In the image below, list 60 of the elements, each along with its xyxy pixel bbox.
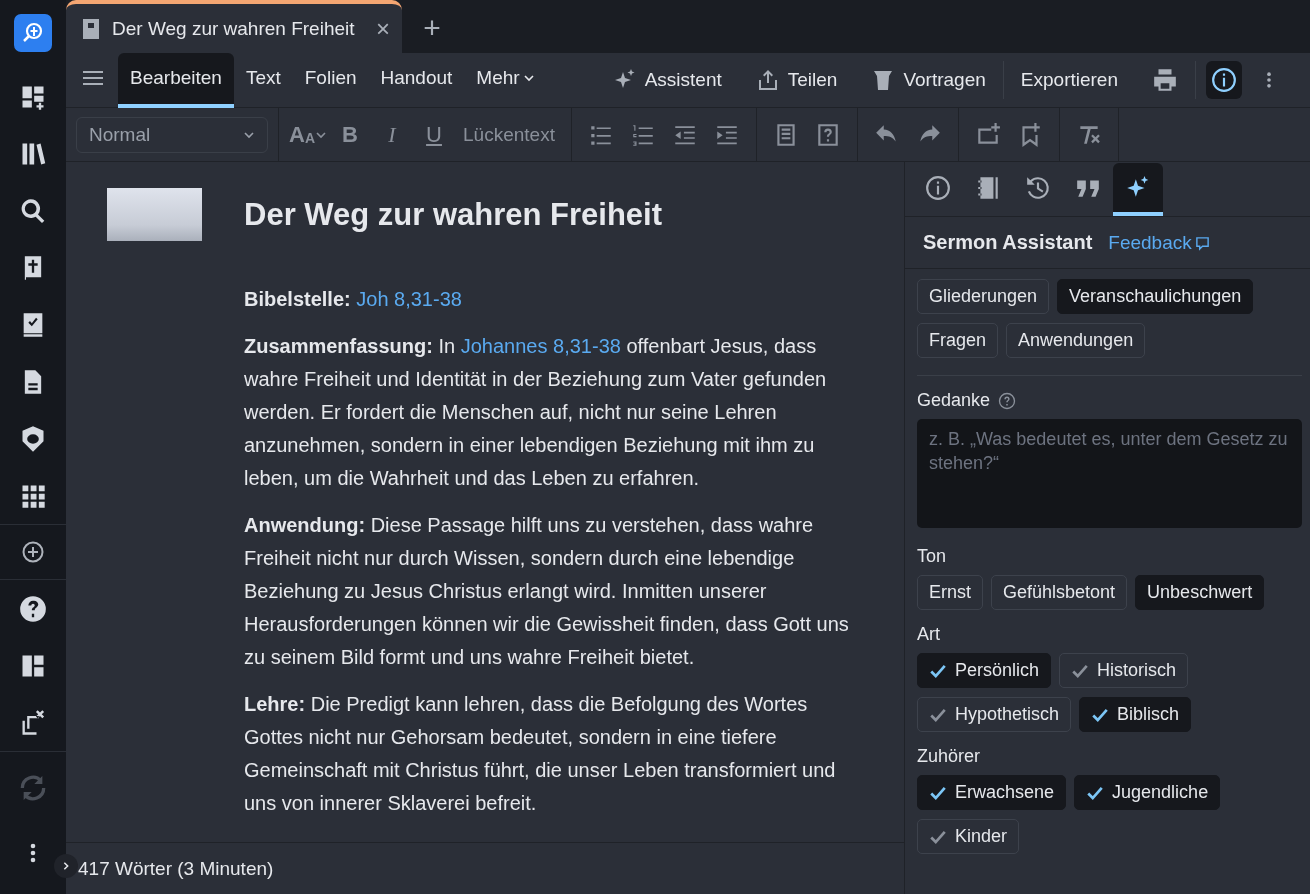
tone-chip[interactable]: Unbeschwert bbox=[1135, 575, 1265, 610]
feedback-link[interactable]: Feedback bbox=[1108, 232, 1210, 254]
thought-input[interactable]: z. B. „Was bedeutet es, unter dem Gesetz zu stehen?“ bbox=[917, 419, 1302, 528]
history-icon bbox=[1025, 174, 1051, 201]
caret-icon bbox=[522, 72, 535, 84]
scripture-link[interactable]: Johannes 8,31-38 bbox=[460, 335, 621, 357]
app-logo[interactable] bbox=[14, 14, 52, 52]
paragraph: Zusammenfassung: In Johannes 8,31-38 offenbart Jesus, dass wahre Freiheit und Identität in der Beziehung zum Vater gefunden werden. Er fordert die Menschen auf, nicht nur seine Lehren anzunehmen, sondern in einer lebendigen Beziehung mit ihm zu leben, um die Wahrheit und das Leben zu erfahren. bbox=[244, 334, 828, 491]
menu-tab[interactable]: Mehr bbox=[464, 52, 547, 108]
font-size-button[interactable]: AA bbox=[289, 114, 327, 155]
info-button[interactable] bbox=[1206, 61, 1242, 99]
notebook-icon bbox=[975, 174, 1001, 201]
document-tab-icon bbox=[82, 17, 100, 40]
tone-chip[interactable]: Gefühlsbetont bbox=[991, 575, 1128, 610]
cloze-button[interactable]: Lückentext bbox=[457, 114, 561, 155]
share-button[interactable]: Teilen bbox=[738, 58, 855, 102]
italic-button[interactable]: I bbox=[373, 114, 411, 155]
menu-tab[interactable]: Handout bbox=[368, 52, 465, 108]
menu-tab[interactable]: Bearbeiten bbox=[118, 52, 234, 108]
panel-title: Sermon Assistant bbox=[923, 231, 1093, 254]
bold-button[interactable]: B bbox=[331, 114, 369, 155]
menu-tab[interactable]: Text bbox=[233, 52, 293, 108]
checkbox-chip[interactable]: Historisch bbox=[1059, 653, 1189, 688]
checkbox-chip[interactable]: Jugendliche bbox=[1074, 775, 1221, 810]
chevron-right-icon bbox=[61, 861, 71, 871]
info-icon bbox=[925, 174, 951, 201]
category-chip[interactable]: Fragen bbox=[917, 323, 999, 358]
category-chip[interactable]: Gliederungen bbox=[917, 279, 1050, 314]
category-chip[interactable]: Veranschaulichungen bbox=[1057, 279, 1254, 314]
checkbox-chip[interactable]: Biblisch bbox=[1079, 697, 1192, 732]
checkbox-chip[interactable]: Kinder bbox=[917, 819, 1020, 854]
checkbox-chip[interactable]: Hypothetisch bbox=[917, 697, 1072, 732]
section-label: Ton bbox=[917, 546, 947, 567]
document-title: Der Weg zur wahren Freiheit bbox=[244, 196, 662, 233]
menu-tab[interactable]: Folien bbox=[292, 52, 369, 108]
help-icon bbox=[998, 391, 1017, 410]
expand-button[interactable] bbox=[54, 854, 78, 878]
export-button[interactable]: Exportieren bbox=[1003, 58, 1135, 102]
section-label: Zuhörer bbox=[917, 746, 981, 767]
paragraph: Lehre: Die Predigt kann lehren, dass die Befolgung des Wortes Gottes nicht nur Gehorsam bedeutet, sondern in eine tiefere Gemeinschaft mit Christus führt, die unser Leben transformiert und uns von innerer Sklaverei befreit. bbox=[244, 692, 837, 816]
field-label: Gedanke bbox=[917, 390, 991, 411]
sparkle-tab[interactable] bbox=[1113, 163, 1163, 216]
tone-chip[interactable]: Ernst bbox=[917, 575, 983, 610]
document-tab[interactable]: Der Weg zur wahren Freiheit × bbox=[66, 0, 402, 53]
new-tab-button[interactable]: + bbox=[402, 3, 462, 53]
tab-title: Der Weg zur wahren Freiheit bbox=[112, 17, 356, 40]
assistant-button[interactable]: Assistent bbox=[595, 58, 739, 102]
paragraph: Bibelstelle: Joh 8,31-38 bbox=[244, 287, 463, 312]
speech-bubble-icon bbox=[1194, 235, 1210, 251]
style-select[interactable]: Normal bbox=[76, 116, 268, 153]
close-tab-button[interactable]: × bbox=[376, 14, 390, 43]
present-button[interactable]: Vortragen bbox=[854, 58, 1003, 102]
underline-button[interactable]: U bbox=[415, 114, 453, 155]
checkbox-chip[interactable]: Persönlich bbox=[917, 653, 1052, 688]
word-count: 417 Wörter (3 Minuten) bbox=[78, 857, 274, 880]
category-chip[interactable]: Anwendungen bbox=[1006, 323, 1146, 358]
section-label: Art bbox=[917, 624, 940, 645]
paragraph: Anwendung: Diese Passage hilft uns zu verstehen, dass wahre Freiheit nicht nur durch Wissen, sondern durch eine lebendige Beziehung zu Jesus Christus erlangt wird. Inmitten unserer Herausforderungen können wir die Gewissheit finden, dass Gott uns zu seinem Bild formt und uns wahre Freiheit bietet. bbox=[244, 513, 850, 670]
checkbox-chip[interactable]: Erwachsene bbox=[917, 775, 1067, 810]
scripture-link[interactable]: Joh 8,31-38 bbox=[356, 288, 462, 310]
